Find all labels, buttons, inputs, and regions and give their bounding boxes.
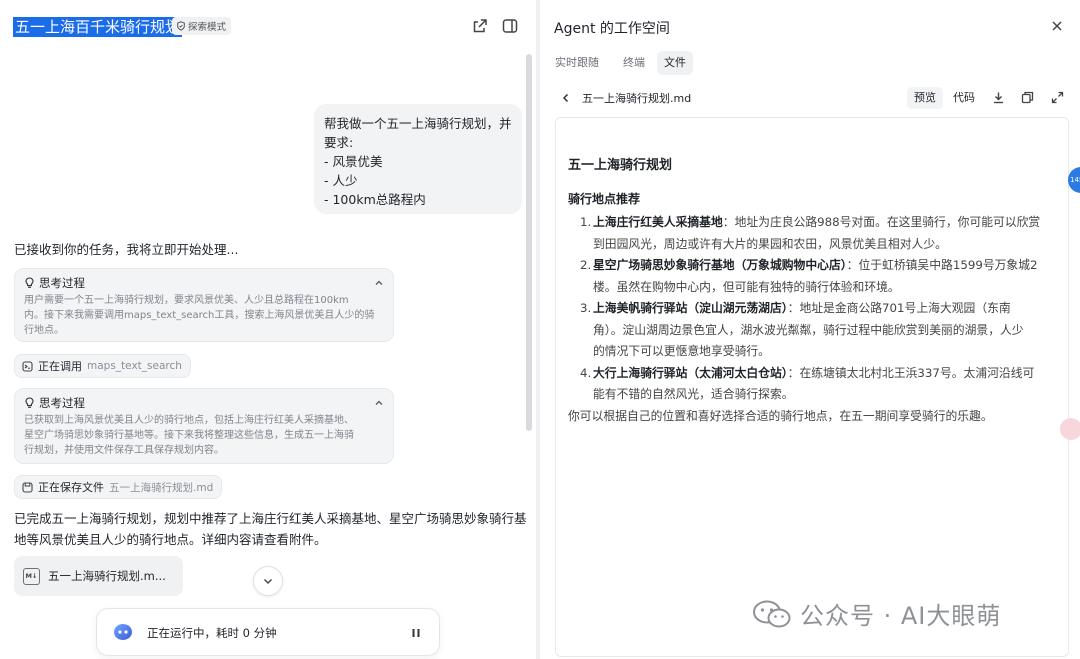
tab-files[interactable]: 文件	[657, 51, 693, 75]
attachment-card[interactable]: M↓ 五一上海骑行规划.m...	[14, 556, 183, 596]
list-item: 4. 大行上海骑行驿站（太浦河太白仓站）：在练塘镇太北村北王浜337号。太浦河沿…	[568, 363, 1058, 406]
pause-icon[interactable]	[409, 626, 423, 640]
chat-panel: 五一上海百千米骑行规划 探索模式 帮我做一个五一上海骑行规划，并 要求: - 风…	[0, 0, 536, 659]
lightbulb-icon	[25, 277, 34, 288]
list-item-text: 楼。虽然在购物中心内，但可能有独特的骑行体验和环境。	[593, 279, 900, 294]
mode-badge: 探索模式	[172, 17, 232, 35]
thinking-text-line: 行规划，并使用文件保存工具保存规划内容。	[24, 445, 224, 456]
chevron-up-icon[interactable]	[374, 398, 384, 408]
shield-icon	[177, 21, 185, 31]
tab-live-follow[interactable]: 实时跟随	[548, 51, 606, 75]
list-number: 3.	[580, 301, 592, 315]
thinking-label: 思考过程	[39, 396, 85, 410]
sidebar-toggle-icon[interactable]	[501, 17, 519, 35]
doc-list: 1. 上海庄行红美人采摘基地：地址为庄良公路988号对面。在这里骑行，你可能可以…	[568, 212, 1058, 406]
user-message-line: - 人少	[324, 173, 358, 188]
close-icon[interactable]	[1050, 19, 1064, 33]
user-message-bubble: 帮我做一个五一上海骑行规划，并 要求: - 风景优美 - 人少 - 100km总…	[314, 104, 522, 214]
tool-call-label: 正在调用	[38, 360, 82, 373]
ack-text: 已接收到你的任务，我将立即开始处理...	[14, 242, 239, 257]
thinking-label: 思考过程	[39, 276, 85, 290]
doc-title: 五一上海骑行规划	[568, 158, 673, 173]
list-item-title: 大行上海骑行驿站（太浦河太白仓站）	[593, 365, 788, 380]
chat-header: 五一上海百千米骑行规划 探索模式	[0, 0, 536, 52]
list-item-title: 星空广场骑思妙象骑行基地（万象城购物中心店）	[593, 258, 847, 272]
chat-title[interactable]: 五一上海百千米骑行规划	[13, 17, 183, 37]
save-file-pill[interactable]: 正在保存文件 五一上海骑行规划.md	[14, 475, 223, 499]
list-item-text: 的情况下可以更惬意地享受骑行。	[593, 344, 770, 358]
tool-icon	[22, 360, 33, 372]
workspace-panel: Agent 的工作空间 实时跟随 终端 文件 五一上海骑行规划.md 预览 代码…	[540, 0, 1080, 659]
doc-section-heading: 骑行地点推荐	[568, 192, 641, 206]
expand-icon[interactable]	[1051, 91, 1064, 104]
list-item-text: 能有不错的自然风光，适合骑行探索。	[593, 387, 794, 401]
wechat-icon	[753, 600, 791, 627]
list-item-text: ：在练塘镇太北村北王浜337号。太浦河沿线可	[787, 365, 1035, 380]
chevron-up-icon[interactable]	[374, 278, 384, 288]
code-button[interactable]: 代码	[946, 87, 982, 109]
list-item-text: ：地址为庄良公路988号对面。在这里骑行，你可能可以欣赏	[722, 215, 1041, 229]
running-status-text: 正在运行中，耗时 0 分钟	[147, 626, 277, 640]
thinking-text-line: 用户需要一个五一上海骑行规划，要求风景优美、人少且总路程在100km	[24, 295, 349, 306]
copy-icon[interactable]	[1021, 91, 1034, 104]
chat-scrollbar[interactable]	[526, 54, 532, 431]
list-item: 3. 上海美帆骑行驿站（淀山湖元荡湖店）：地址是金商公路701号上海大观园（东南…	[568, 298, 1058, 363]
user-message-line: - 100km总路程内	[324, 192, 426, 207]
tool-call-pill[interactable]: 正在调用 maps_text_search	[14, 354, 191, 378]
preview-button[interactable]: 预览	[907, 87, 943, 109]
workspace-title: Agent 的工作空间	[554, 21, 670, 37]
doc-closing-text: 你可以根据自己的位置和喜好选择合适的骑行地点，在五一期间享受骑行的乐趣。	[568, 409, 993, 423]
thinking-text-line: 行地点。	[24, 325, 64, 336]
list-item-text: ：地址是金商公路701号上海大观园（东南	[787, 301, 1011, 315]
chevron-left-icon[interactable]	[560, 92, 572, 104]
save-file-value: 五一上海骑行规划.md	[109, 481, 214, 494]
mode-badge-label: 探索模式	[188, 22, 227, 33]
user-message-line: 要求:	[324, 135, 354, 150]
download-icon[interactable]	[992, 91, 1005, 104]
tool-call-value: maps_text_search	[87, 360, 182, 372]
save-file-label: 正在保存文件	[38, 481, 104, 494]
result-line: 地等风景优美且人少的骑行地点。详细内容请查看附件。	[14, 532, 327, 547]
list-item-text: ：位于虹桥镇吴中路1599号万象城2	[846, 258, 1038, 272]
markdown-file-icon: M↓	[23, 567, 40, 585]
attachment-name: 五一上海骑行规划.m...	[48, 569, 166, 583]
lightbulb-icon	[25, 397, 34, 408]
user-message-line: 帮我做一个五一上海骑行规划，并	[324, 116, 512, 131]
markdown-preview: 五一上海骑行规划 骑行地点推荐 1. 上海庄行红美人采摘基地：地址为庄良公路98…	[555, 117, 1069, 657]
result-line: 已完成五一上海骑行规划，规划中推荐了上海庄行红美人采摘基地、星空广场骑思妙象骑行…	[14, 511, 527, 526]
tab-terminal[interactable]: 终端	[616, 51, 652, 75]
list-item: 1. 上海庄行红美人采摘基地：地址为庄良公路988号对面。在这里骑行，你可能可以…	[568, 212, 1058, 255]
thinking-block[interactable]: 思考过程 已获取到上海风景优美且人少的骑行地点，包括上海庄行红美人采摘基地、 星…	[14, 388, 394, 464]
thinking-block[interactable]: 思考过程 用户需要一个五一上海骑行规划，要求风景优美、人少且总路程在100km …	[14, 268, 394, 342]
list-item-text: 到田园风光，周边或许有大片的果园和农田，风景优美且相对人少。	[593, 236, 947, 251]
agent-avatar-icon	[114, 624, 132, 640]
thinking-text-line: 星空广场骑思妙象骑行基地等。接下来我将整理这些信息，生成五一上海骑	[24, 430, 354, 441]
thinking-text-line: 内。接下来我需要调用maps_text_search工具，搜索上海风景优美且人少…	[24, 310, 375, 321]
open-file-name: 五一上海骑行规划.md	[582, 92, 692, 105]
list-number: 4.	[580, 365, 592, 380]
thinking-text-line: 已获取到上海风景优美且人少的骑行地点，包括上海庄行红美人采摘基地、	[24, 415, 354, 426]
list-number: 1.	[580, 215, 592, 229]
running-status-bar: 正在运行中，耗时 0 分钟	[96, 608, 440, 656]
chevron-down-icon	[264, 579, 272, 584]
share-icon[interactable]	[471, 17, 489, 35]
list-item-text: 角）。淀山湖周边景色宜人，湖水波光粼粼，骑行过程中能欣赏到美丽的湖景，人少	[593, 322, 1024, 337]
side-float-avatar[interactable]	[1060, 418, 1080, 440]
watermark-text: 公众号 · AI大眼萌	[800, 602, 1002, 630]
list-item-title: 上海庄行红美人采摘基地	[593, 215, 723, 229]
user-message-line: - 风景优美	[324, 154, 383, 169]
list-item-title: 上海美帆骑行驿站（淀山湖元荡湖店）	[593, 301, 788, 315]
watermark: 公众号 · AI大眼萌	[752, 596, 1001, 631]
file-save-icon	[22, 481, 33, 493]
list-number: 2.	[580, 258, 592, 272]
scroll-to-bottom-button[interactable]	[253, 566, 283, 596]
list-item: 2. 星空广场骑思妙象骑行基地（万象城购物中心店）：位于虹桥镇吴中路1599号万…	[568, 255, 1058, 298]
